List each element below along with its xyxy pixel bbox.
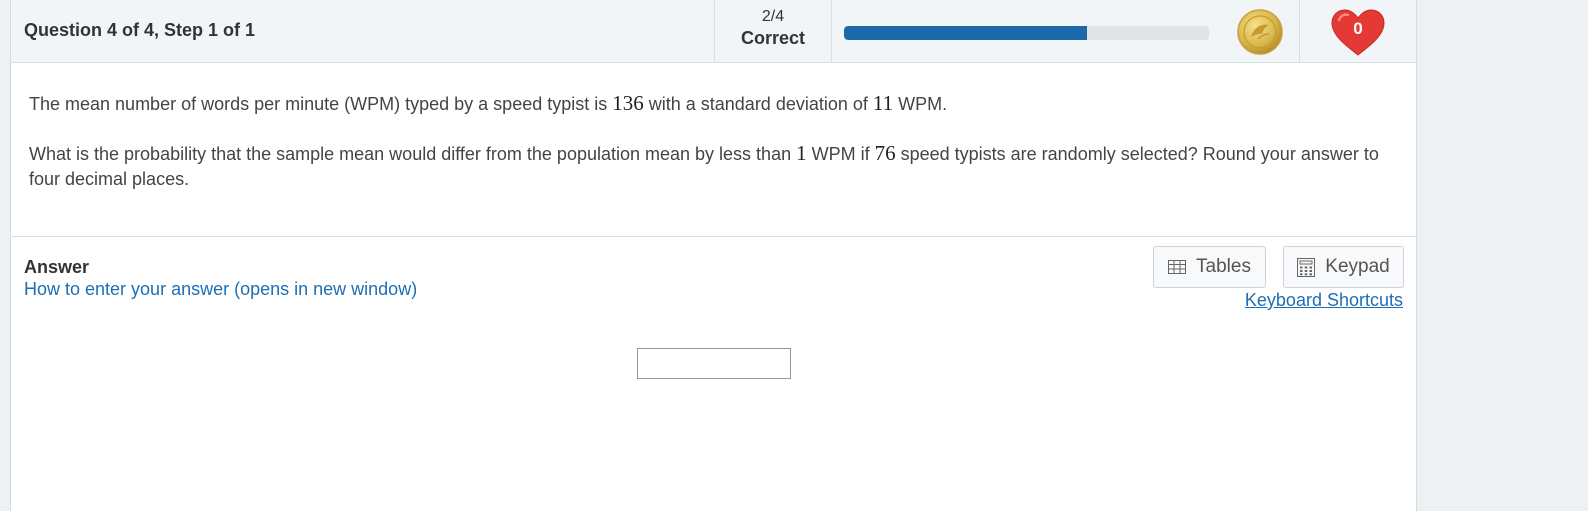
mean-value: 136 [612, 91, 644, 115]
tables-button-label: Tables [1196, 256, 1251, 277]
lives-count: 0 [1353, 19, 1363, 38]
question-text: The mean number of words per minute (WPM… [29, 94, 613, 114]
question-text: What is the probability that the sample … [29, 144, 797, 164]
table-icon [1168, 260, 1187, 274]
answer-label: Answer [24, 257, 90, 277]
sample-size-value: 76 [874, 141, 896, 165]
keypad-button[interactable]: Keypad [1283, 246, 1404, 288]
lives-panel: 0 [1299, 0, 1417, 62]
question-body: The mean number of words per minute (WPM… [11, 63, 1416, 237]
question-paragraph-1: The mean number of words per minute (WPM… [29, 91, 1398, 117]
question-header: Question 4 of 4, Step 1 of 1 2/4 Correct [11, 0, 1416, 63]
answer-input[interactable] [637, 348, 791, 379]
coin-icon [1237, 9, 1283, 55]
question-text: with a standard deviation of [643, 94, 873, 114]
score-count: 2/4 [761, 8, 785, 25]
score-panel: 2/4 Correct [714, 0, 832, 62]
how-to-enter-answer-link[interactable]: How to enter your answer (opens in new w… [24, 279, 417, 300]
question-frame: Question 4 of 4, Step 1 of 1 2/4 Correct [10, 0, 1417, 511]
keyboard-shortcuts-link[interactable]: Keyboard Shortcuts [1245, 290, 1403, 311]
question-title: Question 4 of 4, Step 1 of 1 [24, 20, 256, 40]
question-text: WPM. [893, 94, 948, 114]
keypad-button-label: Keypad [1325, 256, 1390, 277]
progress-bar-fill [844, 26, 1087, 40]
tables-button[interactable]: Tables [1153, 246, 1266, 288]
question-text: WPM if [806, 144, 875, 164]
calculator-icon [1297, 257, 1316, 277]
progress-bar [844, 26, 1209, 40]
question-paragraph-2: What is the probability that the sample … [29, 141, 1398, 192]
score-label: Correct [740, 28, 806, 48]
difference-value: 1 [796, 141, 807, 165]
sd-value: 11 [872, 91, 894, 115]
